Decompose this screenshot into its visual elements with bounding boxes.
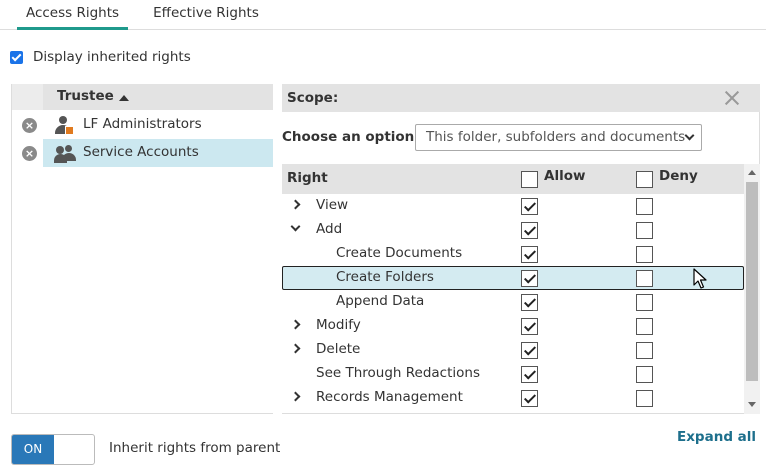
scope-title: Scope: — [287, 90, 339, 106]
scroll-thumb[interactable] — [746, 182, 758, 381]
trustee-row-service-accounts[interactable]: × Service Accounts — [12, 139, 273, 167]
inherit-rights-toggle[interactable]: ON — [11, 434, 95, 465]
right-label: Append Data — [336, 293, 425, 309]
tab-access-rights[interactable]: Access Rights — [17, 4, 128, 30]
right-label: Create Documents — [336, 245, 463, 261]
group-icon — [54, 144, 76, 164]
allow-checkbox[interactable] — [521, 198, 538, 215]
right-label: View — [316, 197, 349, 213]
deny-column-title: Deny — [659, 168, 698, 184]
scroll-down-icon[interactable] — [748, 402, 756, 407]
allow-checkbox[interactable] — [521, 318, 538, 335]
deny-checkbox[interactable] — [636, 198, 653, 215]
allow-checkbox[interactable] — [521, 246, 538, 263]
deny-checkbox[interactable] — [636, 366, 653, 383]
sort-ascending-icon — [119, 95, 129, 101]
scope-option-value: This folder, subfolders and documents — [426, 129, 686, 145]
right-row-create-folders[interactable]: Create Folders — [282, 266, 744, 290]
right-row-see-through-redactions[interactable]: See Through Redactions — [282, 362, 744, 386]
right-row-add[interactable]: Add — [282, 218, 744, 242]
right-row-append-data[interactable]: Append Data — [282, 290, 744, 314]
choose-option-label: Choose an option: — [282, 129, 420, 145]
right-row-records-management[interactable]: Records Management — [282, 386, 744, 410]
right-label: See Through Redactions — [316, 365, 480, 381]
right-row-create-documents[interactable]: Create Documents — [282, 242, 744, 266]
chevron-right-icon[interactable] — [290, 319, 301, 330]
chevron-right-icon[interactable] — [290, 343, 301, 354]
right-label: Add — [316, 221, 343, 237]
right-label: Modify — [316, 317, 361, 333]
scope-panel: Scope: Choose an option: This folder, su… — [282, 84, 760, 414]
right-row-delete[interactable]: Delete — [282, 338, 744, 362]
deny-checkbox[interactable] — [636, 294, 653, 311]
trustee-header-gutter — [12, 84, 43, 110]
trustee-name: Service Accounts — [83, 144, 199, 160]
mouse-cursor-icon — [693, 268, 707, 289]
chevron-right-icon[interactable] — [290, 199, 301, 210]
inherit-rights-label: Inherit rights from parent — [109, 440, 281, 456]
trustee-column-title: Trustee — [57, 88, 114, 104]
display-inherited-row: Display inherited rights — [10, 48, 191, 66]
scope-header: Scope: — [282, 84, 760, 112]
right-label: Records Management — [316, 389, 463, 405]
deny-checkbox[interactable] — [636, 246, 653, 263]
allow-checkbox[interactable] — [521, 294, 538, 311]
trustee-panel: Trustee × LF Administrators × Service Ac… — [11, 84, 273, 414]
scope-option-select[interactable]: This folder, subfolders and documents — [415, 124, 702, 151]
deny-checkbox[interactable] — [636, 222, 653, 239]
allow-checkbox[interactable] — [521, 366, 538, 383]
display-inherited-label: Display inherited rights — [33, 49, 191, 65]
display-inherited-checkbox[interactable] — [10, 50, 23, 64]
rights-scrollbar[interactable] — [744, 164, 760, 414]
allow-checkbox[interactable] — [521, 342, 538, 359]
scroll-up-icon[interactable] — [748, 170, 756, 175]
user-icon — [54, 116, 76, 136]
right-column-title: Right — [287, 170, 328, 186]
tab-bar: Access Rights Effective Rights — [0, 0, 766, 30]
allow-all-checkbox[interactable] — [521, 171, 538, 188]
remove-trustee-icon[interactable]: × — [22, 146, 37, 161]
deny-checkbox[interactable] — [636, 342, 653, 359]
allow-checkbox[interactable] — [521, 270, 538, 287]
right-label: Delete — [316, 341, 361, 357]
deny-all-checkbox[interactable] — [636, 171, 653, 188]
tab-effective-rights[interactable]: Effective Rights — [146, 4, 266, 30]
allow-column-title: Allow — [544, 168, 586, 184]
deny-checkbox[interactable] — [636, 270, 653, 287]
trustee-row-lf-administrators[interactable]: × LF Administrators — [12, 111, 273, 139]
deny-checkbox[interactable] — [636, 390, 653, 407]
close-icon[interactable] — [724, 90, 740, 106]
expand-all-link[interactable]: Expand all — [677, 429, 756, 445]
rights-grid-header: Right Allow Deny — [282, 164, 744, 194]
right-label: Create Folders — [336, 269, 434, 285]
chevron-down-icon[interactable] — [290, 221, 301, 232]
allow-checkbox[interactable] — [521, 390, 538, 407]
trustee-header[interactable]: Trustee — [12, 84, 273, 110]
remove-trustee-icon[interactable]: × — [22, 118, 37, 133]
chevron-down-icon — [684, 130, 695, 141]
deny-checkbox[interactable] — [636, 318, 653, 335]
trustee-name: LF Administrators — [83, 116, 202, 132]
right-row-modify[interactable]: Modify — [282, 314, 744, 338]
right-row-view[interactable]: View — [282, 194, 744, 218]
allow-checkbox[interactable] — [521, 222, 538, 239]
toggle-on-label: ON — [12, 435, 54, 464]
chevron-right-icon[interactable] — [290, 391, 301, 402]
